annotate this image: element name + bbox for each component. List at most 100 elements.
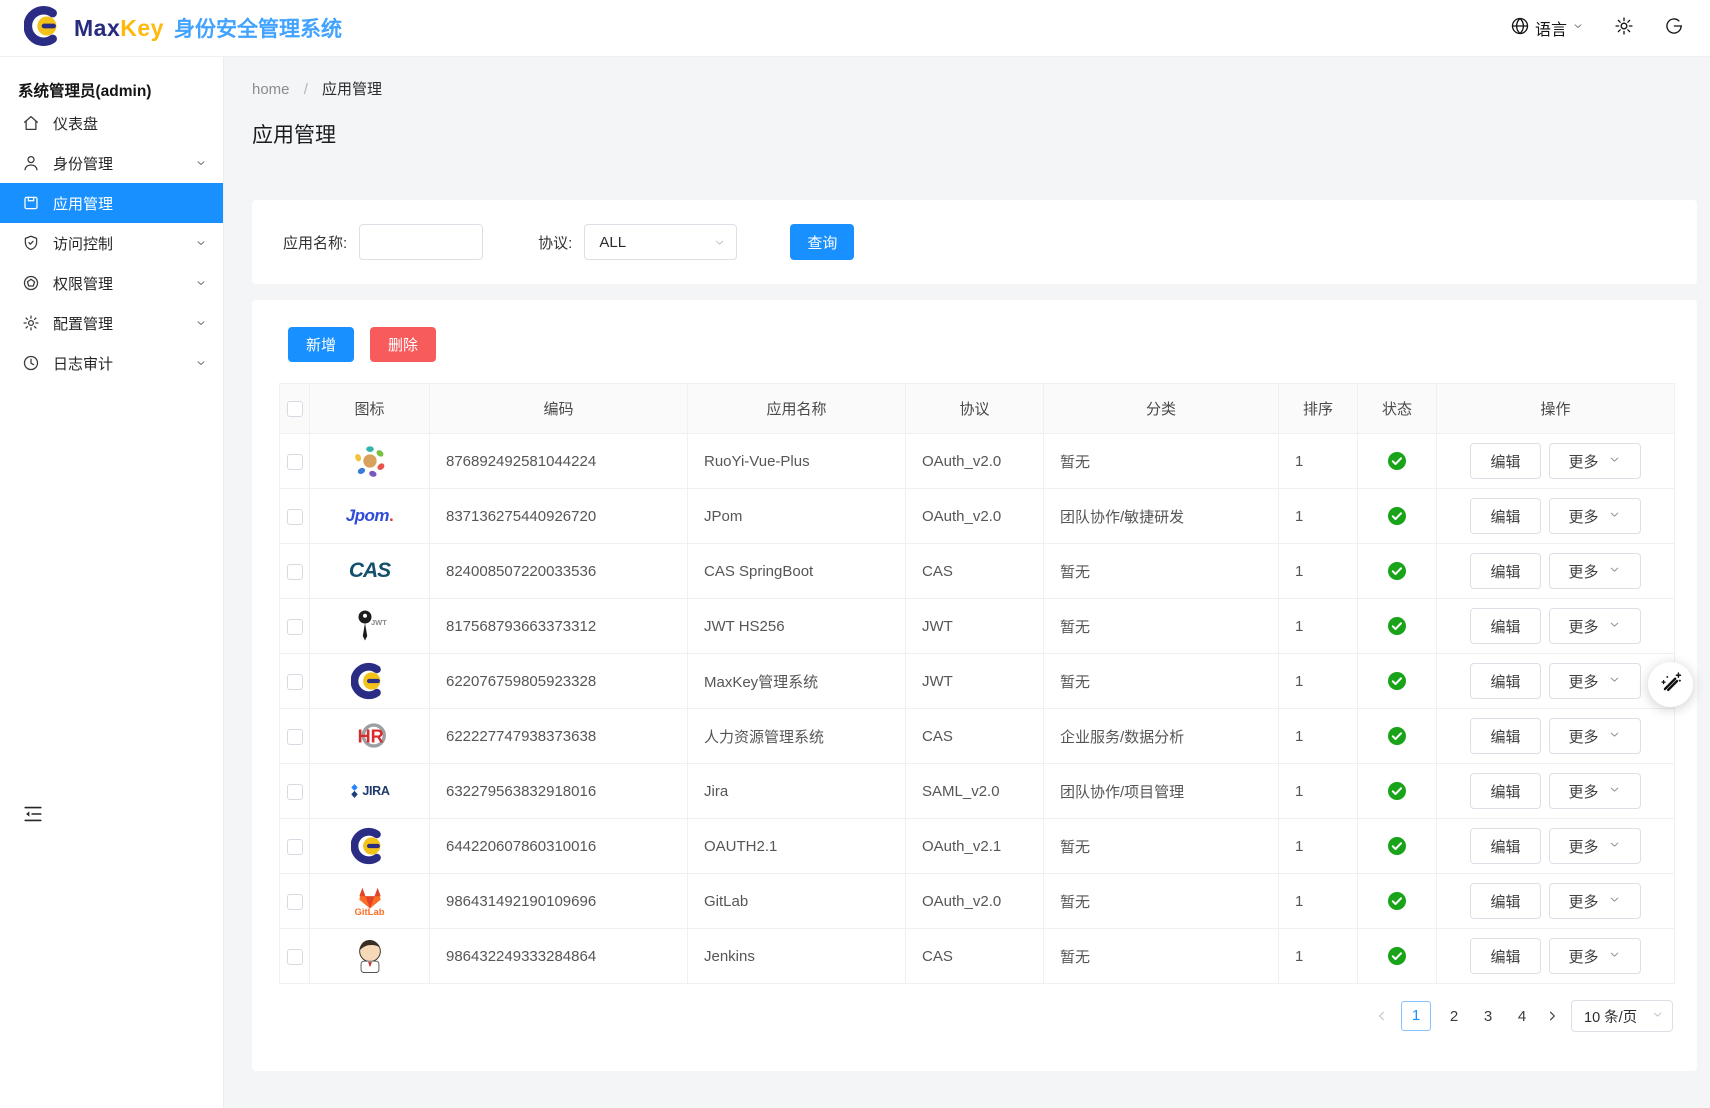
page-number-4[interactable]: 4 xyxy=(1511,1008,1533,1025)
row-checkbox[interactable] xyxy=(287,509,303,525)
edit-button[interactable]: 编辑 xyxy=(1470,443,1540,479)
shield-icon xyxy=(22,234,40,252)
more-button[interactable]: 更多 xyxy=(1549,938,1641,974)
sidebar-collapse-icon[interactable] xyxy=(22,803,44,825)
delete-button[interactable]: 删除 xyxy=(370,327,436,362)
edit-button[interactable]: 编辑 xyxy=(1470,773,1540,809)
status-check-circle-icon xyxy=(1387,837,1407,854)
page-title: 应用管理 xyxy=(252,119,336,149)
column-header: 分类 xyxy=(1044,384,1279,434)
app-protocol: CAS xyxy=(906,544,1044,599)
sidebar-item-label: 权限管理 xyxy=(53,273,113,294)
add-button[interactable]: 新增 xyxy=(288,327,354,362)
app-sort: 1 xyxy=(1279,819,1358,874)
app-name: 人力资源管理系统 xyxy=(688,709,906,764)
clock-icon xyxy=(22,354,40,372)
logout-button[interactable] xyxy=(1664,16,1684,41)
breadcrumb: home / 应用管理 xyxy=(252,78,382,99)
table-header-row: 图标编码应用名称协议分类排序状态操作 xyxy=(280,384,1675,434)
sidebar-item-identity[interactable]: 身份管理 xyxy=(0,143,223,183)
row-checkbox[interactable] xyxy=(287,454,303,470)
edit-button[interactable]: 编辑 xyxy=(1470,828,1540,864)
brand-suffix: 身份安全管理系统 xyxy=(174,13,342,43)
chevron-down-icon xyxy=(1608,838,1621,855)
app-sort: 1 xyxy=(1279,654,1358,709)
table-row: CAS824008507220033536CAS SpringBootCAS暂无… xyxy=(280,544,1675,599)
settings-button[interactable] xyxy=(1614,16,1634,41)
app-category: 暂无 xyxy=(1044,434,1279,489)
chevron-down-icon xyxy=(195,277,207,289)
table-row: GitLab986431492190109696GitLabOAuth_v2.0… xyxy=(280,874,1675,929)
more-button[interactable]: 更多 xyxy=(1549,443,1641,479)
protocol-select[interactable]: ALL xyxy=(584,224,737,260)
row-checkbox[interactable] xyxy=(287,784,303,800)
app-icon-ruoyi xyxy=(351,435,389,487)
column-header: 操作 xyxy=(1437,384,1675,434)
status-check-circle-icon xyxy=(1387,782,1407,799)
sidebar-item-config[interactable]: 配置管理 xyxy=(0,303,223,343)
app-sort: 1 xyxy=(1279,874,1358,929)
more-button[interactable]: 更多 xyxy=(1549,553,1641,589)
row-checkbox[interactable] xyxy=(287,839,303,855)
row-checkbox[interactable] xyxy=(287,949,303,965)
more-button[interactable]: 更多 xyxy=(1549,608,1641,644)
magic-wand-button[interactable] xyxy=(1648,662,1693,707)
app-name-input[interactable] xyxy=(359,224,483,260)
more-button[interactable]: 更多 xyxy=(1549,663,1641,699)
app-icon-hr: HR xyxy=(351,710,389,762)
edit-button[interactable]: 编辑 xyxy=(1470,663,1540,699)
edit-button[interactable]: 编辑 xyxy=(1470,553,1540,589)
language-label: 语言 xyxy=(1535,16,1567,40)
select-all-checkbox[interactable] xyxy=(287,401,303,417)
sidebar-item-apps[interactable]: 应用管理 xyxy=(0,183,223,223)
more-button[interactable]: 更多 xyxy=(1549,718,1641,754)
row-checkbox[interactable] xyxy=(287,894,303,910)
sidebar-item-audit[interactable]: 日志审计 xyxy=(0,343,223,383)
pagination: 1234 10 条/页 xyxy=(1375,1000,1673,1032)
edit-button[interactable]: 编辑 xyxy=(1470,938,1540,974)
sidebar-item-access[interactable]: 访问控制 xyxy=(0,223,223,263)
sidebar-item-dashboard[interactable]: 仪表盘 xyxy=(0,103,223,143)
chevron-down-icon xyxy=(1608,618,1621,635)
search-button[interactable]: 查询 xyxy=(790,224,854,260)
prev-page-icon[interactable] xyxy=(1375,1009,1389,1023)
app-sort: 1 xyxy=(1279,709,1358,764)
more-button-label: 更多 xyxy=(1569,891,1599,912)
app-icon xyxy=(22,194,40,212)
app-icon-gitlab: GitLab xyxy=(354,875,384,927)
app-sort: 1 xyxy=(1279,599,1358,654)
app-code: 817568793663373312 xyxy=(430,599,688,654)
page-number-3[interactable]: 3 xyxy=(1477,1008,1499,1025)
app-category: 暂无 xyxy=(1044,819,1279,874)
language-switcher[interactable]: 语言 xyxy=(1510,16,1584,41)
sidebar-item-permissions[interactable]: 权限管理 xyxy=(0,263,223,303)
breadcrumb-home[interactable]: home xyxy=(252,81,290,98)
brand: MaxKey 身份安全管理系统 xyxy=(24,5,342,52)
more-button[interactable]: 更多 xyxy=(1549,773,1641,809)
app-sort: 1 xyxy=(1279,544,1358,599)
edit-button[interactable]: 编辑 xyxy=(1470,718,1540,754)
row-checkbox[interactable] xyxy=(287,619,303,635)
chevron-down-icon xyxy=(195,317,207,329)
app-code: 876892492581044224 xyxy=(430,434,688,489)
chevron-down-icon xyxy=(713,236,726,249)
row-checkbox[interactable] xyxy=(287,674,303,690)
top-bar: MaxKey 身份安全管理系统 语言 xyxy=(0,0,1710,57)
more-button[interactable]: 更多 xyxy=(1549,498,1641,534)
page-number-2[interactable]: 2 xyxy=(1443,1008,1465,1025)
more-button[interactable]: 更多 xyxy=(1549,828,1641,864)
next-page-icon[interactable] xyxy=(1545,1009,1559,1023)
edit-button[interactable]: 编辑 xyxy=(1470,498,1540,534)
app-icon-jpom: Jpom. xyxy=(346,490,394,542)
page-size-select[interactable]: 10 条/页 xyxy=(1571,1000,1673,1032)
app-sort: 1 xyxy=(1279,489,1358,544)
row-checkbox[interactable] xyxy=(287,729,303,745)
more-button[interactable]: 更多 xyxy=(1549,883,1641,919)
app-protocol: OAuth_v2.0 xyxy=(906,434,1044,489)
row-checkbox[interactable] xyxy=(287,564,303,580)
edit-button[interactable]: 编辑 xyxy=(1470,608,1540,644)
edit-button[interactable]: 编辑 xyxy=(1470,883,1540,919)
chevron-down-icon xyxy=(1608,453,1621,470)
more-button-label: 更多 xyxy=(1569,561,1599,582)
page-number-1[interactable]: 1 xyxy=(1401,1001,1431,1031)
